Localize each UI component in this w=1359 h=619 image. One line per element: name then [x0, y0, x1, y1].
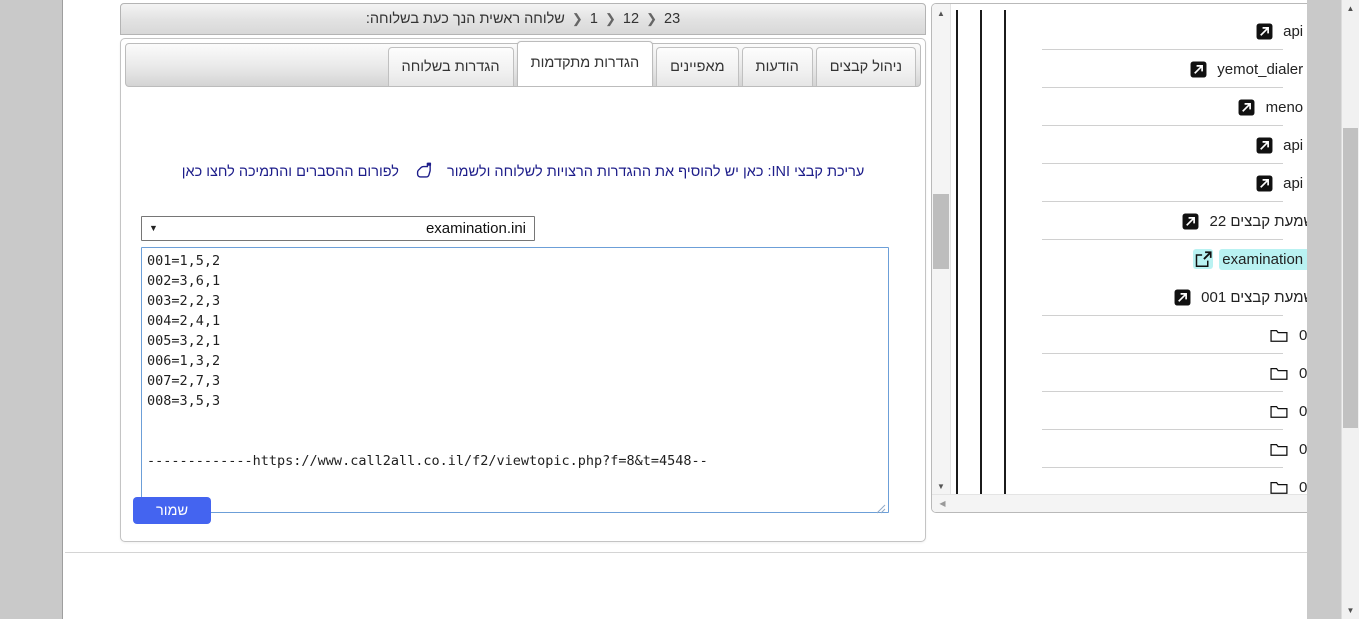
breadcrumb-level-2[interactable]: 12 — [623, 11, 639, 27]
external-link-filled-icon — [1254, 21, 1274, 41]
scroll-left-arrow-icon[interactable]: ◀ — [934, 495, 951, 512]
ini-editor-textarea[interactable]: 001=1,5,2 002=3,6,1 003=2,2,3 004=2,4,1 … — [141, 247, 889, 513]
ini-file-select[interactable]: examination.ini ▼ — [141, 216, 535, 241]
ini-file-select-value: examination.ini — [425, 220, 526, 237]
breadcrumb-chevron-icon: ❮ — [604, 11, 616, 26]
tab-messages[interactable]: הודעות — [741, 47, 813, 86]
list-item[interactable]: 005 — [950, 430, 1339, 468]
folder-icon — [1270, 439, 1290, 459]
tree-horizontal-scrollbar[interactable]: ◀ ▶ — [932, 494, 1339, 512]
window-vertical-scrollbar[interactable]: ▲ ▼ — [1341, 0, 1359, 619]
extension-tree-panel: api 17 yemot_dialer 18 meno 19 api 20 ap… — [931, 3, 1340, 513]
breadcrumb-prefix: הנך כעת בשלוחה: — [365, 11, 476, 27]
folder-icon — [1270, 325, 1290, 345]
left-page-gutter — [0, 0, 63, 619]
external-link-filled-icon — [1254, 135, 1274, 155]
external-link-outline-icon — [1193, 249, 1214, 269]
breadcrumb-chevron-icon: ❮ — [646, 11, 657, 26]
scroll-up-arrow-icon[interactable]: ▲ — [932, 5, 950, 22]
folder-icon — [1270, 401, 1290, 421]
textarea-resize-handle[interactable] — [876, 501, 886, 519]
tab-properties[interactable]: מאפיינים — [656, 47, 739, 86]
external-link-filled-icon — [1172, 287, 1192, 307]
list-item[interactable]: api 17 — [950, 12, 1339, 50]
tab-advanced-settings[interactable]: הגדרות מתקדמות — [516, 41, 654, 86]
main-panel: 23 ❮ 12 ❮ 1 ❮ שלוחה ראשית הנך כעת בשלוחה… — [120, 3, 926, 542]
tab-file-management[interactable]: ניהול קבצים — [815, 47, 916, 86]
list-item-selected[interactable]: examination 23 — [950, 240, 1339, 278]
tree-vscroll-thumb[interactable] — [933, 194, 949, 269]
breadcrumb-root[interactable]: שלוחה ראשית — [479, 11, 564, 27]
list-item[interactable]: api 20 — [950, 126, 1339, 164]
breadcrumb-level-3[interactable]: 23 — [664, 11, 680, 27]
list-item[interactable]: 002 — [950, 316, 1339, 354]
breadcrumb-chevron-icon: ❮ — [571, 11, 583, 26]
settings-card: ניהול קבצים הודעות מאפיינים הגדרות מתקדמ… — [120, 38, 926, 542]
pointing-hand-icon — [412, 159, 434, 181]
save-button[interactable]: שמור — [133, 497, 211, 524]
breadcrumb-level-1[interactable]: 1 — [590, 11, 598, 27]
support-forum-link[interactable]: לפורום ההסברים והתמיכה לחצו כאן — [182, 164, 399, 180]
window-scroll-thumb[interactable] — [1343, 128, 1358, 428]
right-page-gutter — [1307, 0, 1342, 619]
external-link-filled-icon — [1237, 97, 1257, 117]
scroll-down-arrow-icon[interactable]: ▼ — [932, 478, 950, 495]
tab-extension-settings[interactable]: הגדרות בשלוחה — [387, 47, 514, 86]
breadcrumb: 23 ❮ 12 ❮ 1 ❮ שלוחה ראשית הנך כעת בשלוחה… — [120, 3, 926, 35]
external-link-filled-icon — [1254, 173, 1274, 193]
chevron-down-icon: ▼ — [149, 223, 158, 233]
folder-icon — [1270, 363, 1290, 383]
external-link-filled-icon — [1188, 59, 1208, 79]
instructions-line: עריכת קבצי INI: כאן יש להוסיף את ההגדרות… — [447, 164, 865, 180]
list-item[interactable]: השמעת קבצים 001 — [950, 278, 1339, 316]
list-item[interactable]: meno 19 — [950, 88, 1339, 126]
instructions-block: עריכת קבצי INI: כאן יש להוסיף את ההגדרות… — [139, 159, 907, 184]
list-item[interactable]: yemot_dialer 18 — [950, 50, 1339, 88]
list-item[interactable]: 003 — [950, 354, 1339, 392]
window-scroll-up-arrow-icon[interactable]: ▲ — [1342, 0, 1359, 17]
window-scroll-down-arrow-icon[interactable]: ▼ — [1342, 602, 1359, 619]
external-link-filled-icon — [1181, 211, 1201, 231]
extension-tree-list: api 17 yemot_dialer 18 meno 19 api 20 ap… — [950, 4, 1339, 496]
tree-vertical-scrollbar[interactable]: ▲ ▼ — [932, 4, 951, 496]
list-item[interactable]: api 21 — [950, 164, 1339, 202]
tab-bar: ניהול קבצים הודעות מאפיינים הגדרות מתקדמ… — [125, 41, 921, 87]
page-canvas: 23 ❮ 12 ❮ 1 ❮ שלוחה ראשית הנך כעת בשלוחה… — [63, 0, 1342, 619]
list-item[interactable]: 004 — [950, 392, 1339, 430]
list-item[interactable]: השמעת קבצים 22 — [950, 202, 1339, 240]
ini-file-select-wrapper: examination.ini ▼ — [141, 216, 535, 241]
footer-bar — [65, 552, 1340, 617]
